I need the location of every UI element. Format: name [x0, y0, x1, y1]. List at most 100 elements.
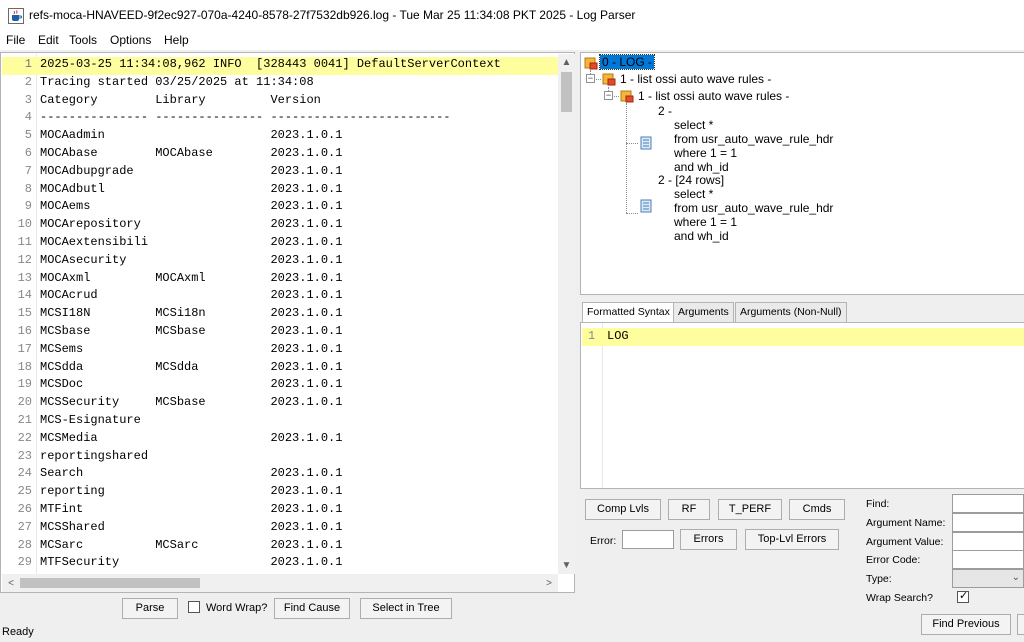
- vertical-scrollbar[interactable]: ▲ ▼: [558, 54, 575, 574]
- log-text-area[interactable]: 1 2025-03-25 11:34:08,962 INFO [328443 00…: [2, 54, 558, 574]
- log-line-text: MCSI18N MCSi18n 2023.1.0.1: [40, 306, 343, 321]
- log-line-text: MOCArepository 2023.1.0.1: [40, 217, 343, 232]
- rf-button[interactable]: RF: [668, 499, 710, 520]
- log-line: 10 MOCArepository 2023.1.0.1: [2, 217, 558, 235]
- log-line: 1 2025-03-25 11:34:08,962 INFO [328443 00…: [2, 57, 558, 75]
- tree-node-list-rules[interactable]: 1 - list ossi auto wave rules -: [620, 72, 771, 86]
- horizontal-scrollbar[interactable]: < >: [2, 574, 558, 592]
- tree-node-list-rules-child[interactable]: 1 - list ossi auto wave rules -: [638, 89, 789, 103]
- log-line: 13 MOCAxml MOCAxml 2023.1.0.1: [2, 271, 558, 289]
- log-line: 7 MOCAdbupgrade 2023.1.0.1: [2, 164, 558, 182]
- tab-arguments-non-null[interactable]: Arguments (Non-Null): [735, 302, 847, 322]
- line-number: 21: [17, 413, 32, 427]
- log-line-text: MCSDoc 2023.1.0.1: [40, 377, 343, 392]
- log-line-text: Category Library Version: [40, 92, 321, 107]
- argument-value-input[interactable]: [952, 532, 1024, 551]
- log-line: 18 MCSdda MCSdda 2023.1.0.1: [2, 360, 558, 378]
- java-cup-icon: [8, 8, 24, 24]
- scroll-up-icon[interactable]: ▲: [558, 54, 575, 71]
- tree-connector: [626, 143, 638, 144]
- log-tree-pane: 0 - LOG - − 1 - list ossi auto wave rule…: [580, 52, 1024, 295]
- detail-tabs: Formatted Syntax Arguments Arguments (No…: [580, 302, 1024, 323]
- log-line-text: MTFint 2023.1.0.1: [40, 502, 343, 516]
- argument-value-label: Argument Value:: [866, 536, 944, 548]
- line-number: 23: [17, 448, 32, 463]
- find-previous-button[interactable]: Find Previous: [921, 614, 1011, 635]
- log-line-text: MOCAdbutl 2023.1.0.1: [40, 181, 343, 196]
- find-next-button[interactable]: [1017, 614, 1024, 635]
- formatted-syntax-pane[interactable]: 1 LOG: [580, 322, 1024, 489]
- log-line-text: MOCAems 2023.1.0.1: [40, 199, 343, 214]
- horizontal-scroll-thumb[interactable]: [20, 578, 200, 588]
- log-line: 29 MTFSecurity 2023.1.0.1: [2, 555, 558, 573]
- log-viewer-pane: 1 2025-03-25 11:34:08,962 INFO [328443 00…: [0, 52, 575, 593]
- menu-options[interactable]: Options: [110, 33, 151, 47]
- log-line: 14 MOCAcrud 2023.1.0.1: [2, 288, 558, 306]
- log-line: 19 MCSDoc 2023.1.0.1: [2, 377, 558, 395]
- cmds-button[interactable]: Cmds: [789, 499, 845, 520]
- sql-line: from usr_auto_wave_rule_hdr: [674, 201, 834, 215]
- line-number: 20: [17, 395, 32, 410]
- command-node-icon: [620, 90, 634, 103]
- top-lvl-errors-button[interactable]: Top-Lvl Errors: [745, 529, 839, 550]
- sql-line: where 1 = 1: [674, 146, 738, 160]
- scroll-left-icon[interactable]: <: [2, 575, 20, 592]
- tab-formatted-syntax[interactable]: Formatted Syntax: [582, 302, 675, 323]
- line-number: 19: [17, 377, 32, 392]
- log-line-text: MTFSecurity 2023.1.0.1: [40, 555, 343, 570]
- error-code-input[interactable]: [952, 550, 1024, 569]
- log-line-text: MCSdda MCSdda 2023.1.0.1: [40, 359, 343, 374]
- line-number: 13: [17, 270, 32, 285]
- word-wrap-checkbox[interactable]: [188, 601, 200, 613]
- line-number: 27: [17, 519, 32, 534]
- scroll-down-icon[interactable]: ▼: [558, 557, 575, 574]
- log-line-text: 2025-03-25 11:34:08,962 INFO [328443 004…: [40, 57, 501, 71]
- comp-lvls-button[interactable]: Comp Lvls: [585, 499, 661, 520]
- log-line: 6 MOCAbase MOCAbase 2023.1.0.1: [2, 146, 558, 164]
- wrap-search-checkbox[interactable]: ✓: [957, 590, 969, 603]
- tree-root-node[interactable]: 0 - LOG -: [598, 54, 656, 70]
- line-number: 4: [24, 110, 32, 125]
- title-bar: refs-moca-HNAVEED-9f2ec927-070a-4240-857…: [0, 0, 1024, 31]
- find-label: Find:: [866, 498, 890, 510]
- log-root-icon: [584, 57, 598, 70]
- type-select[interactable]: ⌄: [952, 569, 1024, 588]
- line-number: 17: [17, 341, 32, 356]
- sql-line: select *: [674, 118, 714, 132]
- parse-button[interactable]: Parse: [122, 598, 178, 619]
- menu-tools[interactable]: Tools: [69, 33, 97, 47]
- error-input[interactable]: [622, 530, 674, 549]
- line-number: 1: [24, 57, 32, 71]
- vertical-scroll-thumb[interactable]: [561, 72, 572, 112]
- log-line-text: MOCAxml MOCAxml 2023.1.0.1: [40, 270, 343, 285]
- log-line-text: MCSShared 2023.1.0.1: [40, 519, 343, 534]
- scroll-right-icon[interactable]: >: [540, 575, 558, 592]
- tree-leaf-label[interactable]: 2 - [24 rows]: [658, 173, 724, 187]
- collapse-icon[interactable]: −: [586, 74, 595, 83]
- log-line: 26 MTFint 2023.1.0.1: [2, 502, 558, 520]
- log-line-text: MOCAdbupgrade 2023.1.0.1: [40, 163, 343, 178]
- tab-arguments[interactable]: Arguments: [673, 302, 734, 322]
- errors-button[interactable]: Errors: [680, 529, 737, 550]
- log-line: 17 MCSems 2023.1.0.1: [2, 342, 558, 360]
- sql-line: where 1 = 1: [674, 215, 738, 229]
- tree-leaf-label[interactable]: 2 -: [658, 104, 672, 118]
- error-label: Error:: [590, 535, 617, 547]
- menu-edit[interactable]: Edit: [38, 33, 59, 47]
- find-cause-button[interactable]: Find Cause: [274, 598, 350, 619]
- log-line-text: Search 2023.1.0.1: [40, 466, 343, 481]
- log-line: 25 reporting 2023.1.0.1: [2, 484, 558, 502]
- find-input[interactable]: [952, 494, 1024, 513]
- select-in-tree-button[interactable]: Select in Tree: [360, 598, 452, 619]
- line-number: 8: [24, 181, 32, 196]
- line-number: 2: [24, 74, 32, 89]
- collapse-icon[interactable]: −: [604, 91, 613, 100]
- window-title: refs-moca-HNAVEED-9f2ec927-070a-4240-857…: [29, 8, 636, 22]
- menu-file[interactable]: File: [6, 33, 25, 47]
- log-line-text: MOCAcrud 2023.1.0.1: [40, 288, 343, 303]
- log-line-text: MOCAadmin 2023.1.0.1: [40, 128, 343, 143]
- checkmark-icon: ✓: [959, 590, 969, 602]
- menu-help[interactable]: Help: [164, 33, 189, 47]
- t-perf-button[interactable]: T_PERF: [718, 499, 782, 520]
- argument-name-input[interactable]: [952, 513, 1024, 532]
